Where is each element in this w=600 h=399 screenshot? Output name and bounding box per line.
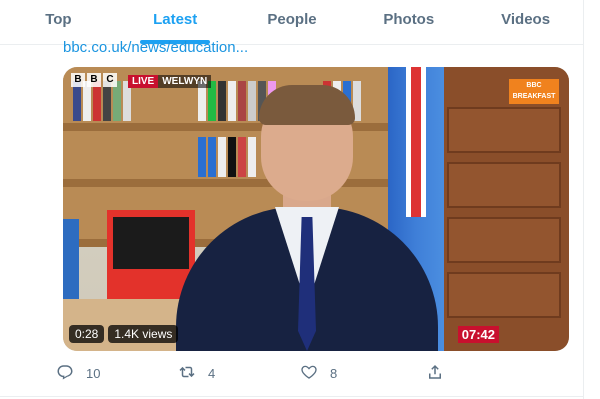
retweet-count: 4 — [208, 365, 216, 381]
tab-top[interactable]: Top — [0, 0, 117, 44]
broadcast-clock: 07:42 — [457, 326, 499, 343]
video-info-overlay: 0:28 1.4K views — [69, 325, 179, 343]
search-tabs: Top Latest People Photos Videos — [0, 0, 584, 45]
tab-photos[interactable]: Photos — [350, 0, 467, 44]
tweet-actions: 10 4 8 — [56, 360, 456, 386]
tab-videos[interactable]: Videos — [467, 0, 584, 44]
live-label: LIVE — [128, 75, 159, 88]
tweet-divider — [0, 396, 584, 397]
retweet-button[interactable]: 4 — [178, 363, 300, 384]
live-location-tag: LIVE WELWYN — [128, 75, 212, 88]
share-icon — [426, 363, 456, 384]
video-blue-box — [63, 219, 79, 299]
video-person-hair — [259, 85, 355, 125]
retweet-icon — [178, 363, 208, 384]
video-monitor-screen — [113, 217, 189, 269]
like-button[interactable]: 8 — [300, 363, 422, 384]
video-views: 1.4K views — [108, 325, 179, 343]
column-divider — [583, 0, 584, 399]
location-label: WELWYN — [158, 75, 212, 88]
tab-latest[interactable]: Latest — [117, 0, 234, 44]
bbc-breakfast-badge: BBC BREAKFAST — [509, 79, 559, 104]
bbc-logo: B B C — [71, 73, 117, 87]
reply-button[interactable]: 10 — [56, 363, 178, 384]
tweet-link[interactable]: bbc.co.uk/news/education... — [63, 40, 248, 56]
video-door — [435, 67, 569, 351]
heart-icon — [300, 363, 330, 384]
video-duration: 0:28 — [69, 325, 105, 343]
tweet-video-player[interactable]: B B C LIVE WELWYN BBC BREAKFAST 0:28 1.4… — [63, 67, 569, 351]
tab-people[interactable]: People — [234, 0, 351, 44]
like-count: 8 — [330, 365, 338, 381]
reply-icon — [56, 363, 86, 384]
reply-count: 10 — [86, 365, 101, 381]
share-button[interactable] — [426, 363, 456, 384]
